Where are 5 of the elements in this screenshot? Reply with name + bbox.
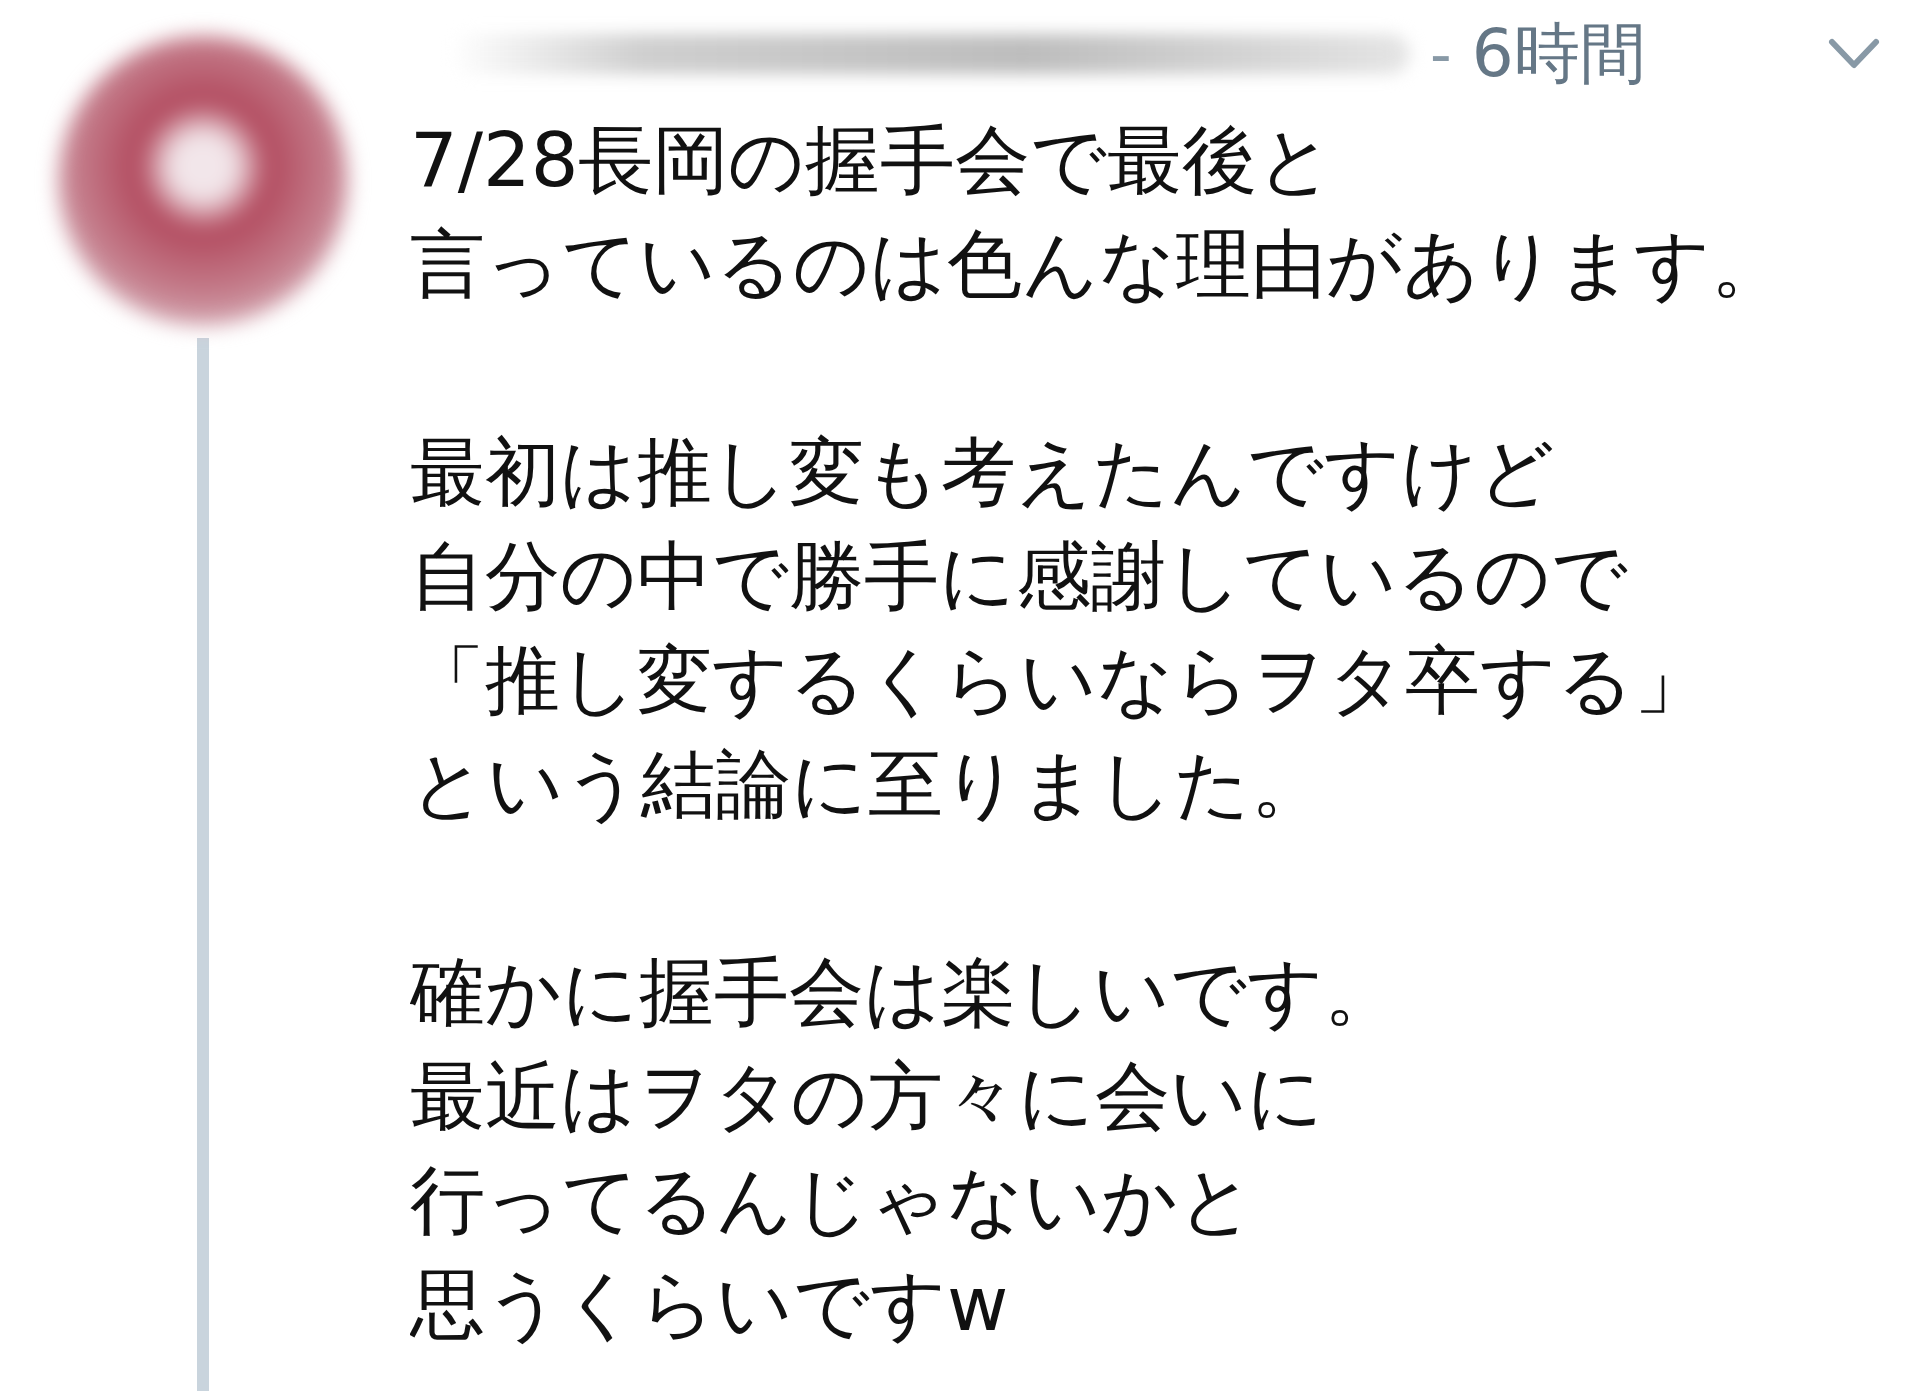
chevron-down-icon[interactable] [1828,38,1880,70]
tweet-paragraph: 7/28長岡の握手会で最後と 言っているのは色んな理由があります。 [410,115,1787,310]
tweet-paragraph: 最初は推し変も考えたんですけど 自分の中で勝手に感謝しているので 「推し変するくらいならヲタ卒する」 という結論に至りました。 [410,427,1710,830]
separator: - [1430,19,1452,89]
timestamp: 6時間 [1471,14,1646,94]
